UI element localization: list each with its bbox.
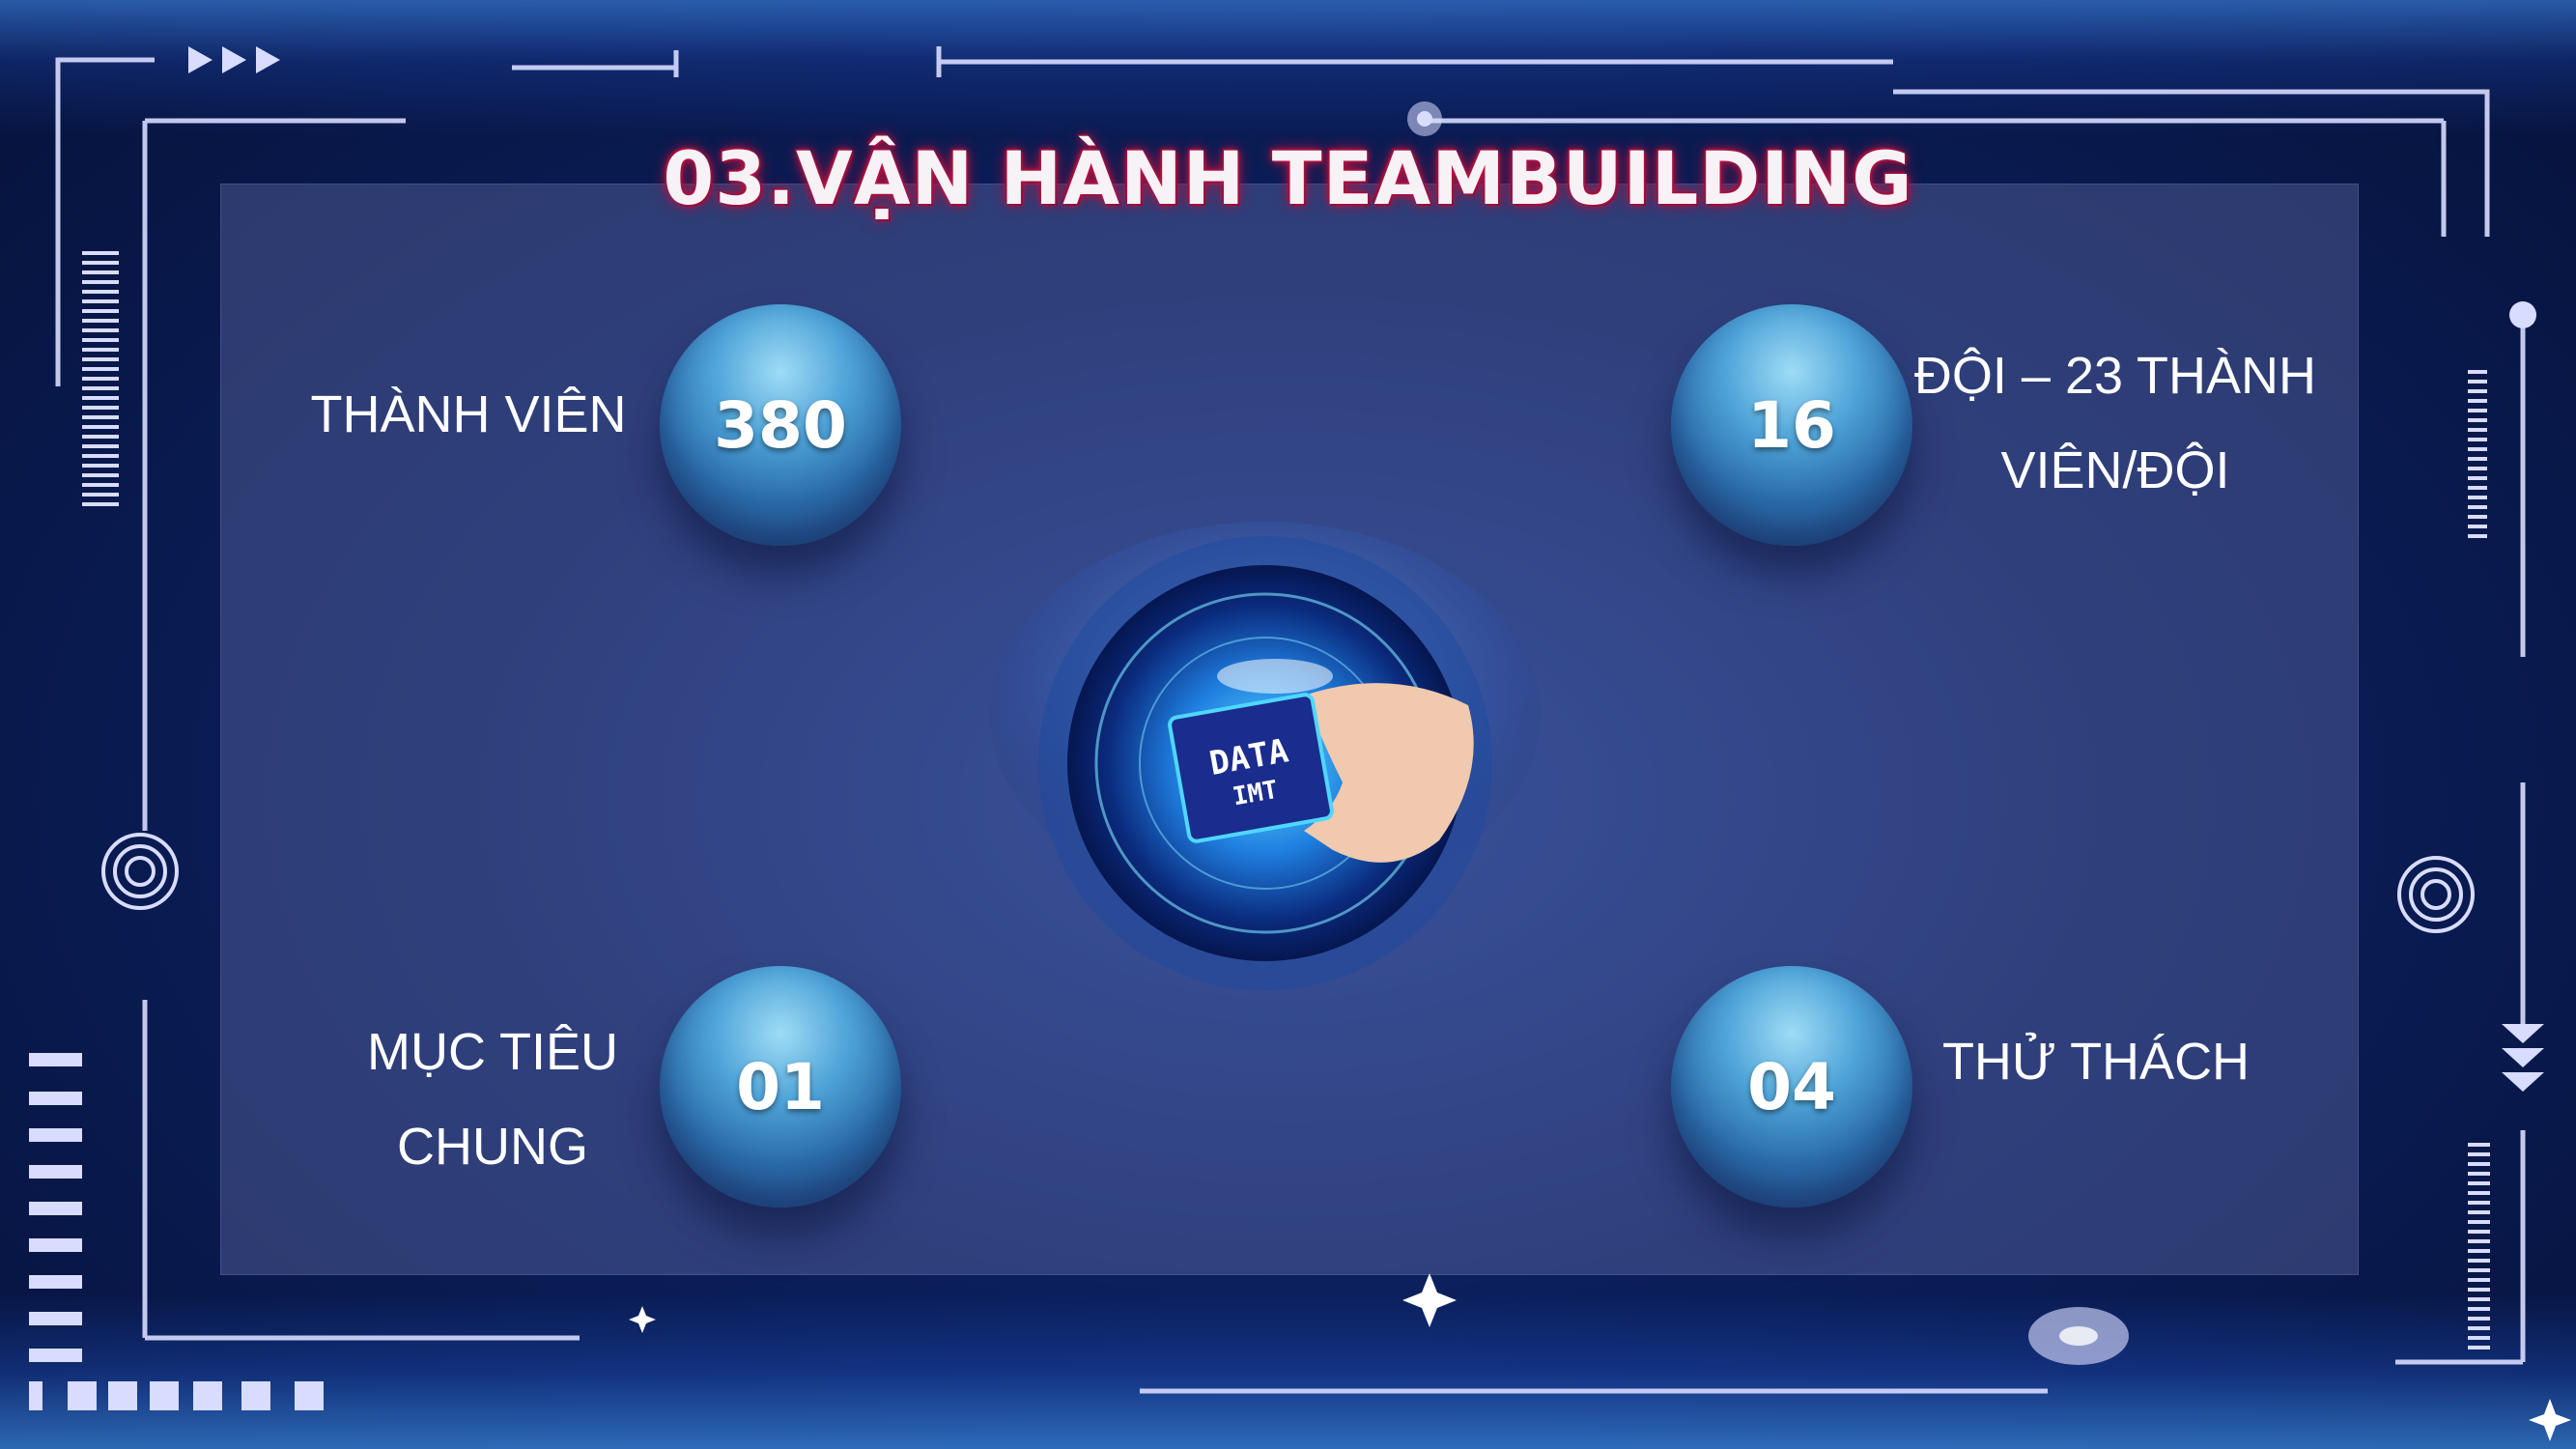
stat-label-line1: MỤC TIÊU: [366, 1023, 618, 1081]
stat-label-challenges: THỬ THÁCH: [1932, 1014, 2260, 1109]
stat-circle-challenges: 04: [1671, 966, 1912, 1208]
stat-number-challenges: 04: [1747, 1049, 1836, 1124]
stat-number-members: 380: [714, 387, 847, 463]
stat-number-teams: 16: [1747, 387, 1836, 463]
stat-label-goal: MỤC TIÊU CHUNG: [319, 1005, 666, 1194]
stat-label-teams: ĐỘI – 23 THÀNH VIÊN/ĐỘI: [1898, 328, 2333, 518]
slide-canvas: DATA IMT 03.VẬN HÀNH TEAMBUILDING THÀNH …: [0, 0, 2576, 1449]
stat-label-members: THÀNH VIÊN: [290, 367, 647, 462]
stat-label-line1: ĐỘI – 23 THÀNH: [1913, 347, 2317, 405]
slide-title: 03.VẬN HÀNH TEAMBUILDING: [663, 135, 1913, 221]
stat-circle-goal: 01: [660, 966, 901, 1208]
stat-circle-members: 380: [660, 304, 901, 546]
stat-label-line1: THÀNH VIÊN: [310, 385, 627, 443]
stat-label-line2: CHUNG: [397, 1118, 588, 1176]
stat-label-line1: THỬ THÁCH: [1941, 1033, 2250, 1091]
stat-number-goal: 01: [736, 1049, 825, 1124]
stat-label-line2: VIÊN/ĐỘI: [2000, 441, 2230, 499]
data-chip-illustration: DATA IMT: [990, 522, 1541, 990]
stat-circle-teams: 16: [1671, 304, 1912, 546]
